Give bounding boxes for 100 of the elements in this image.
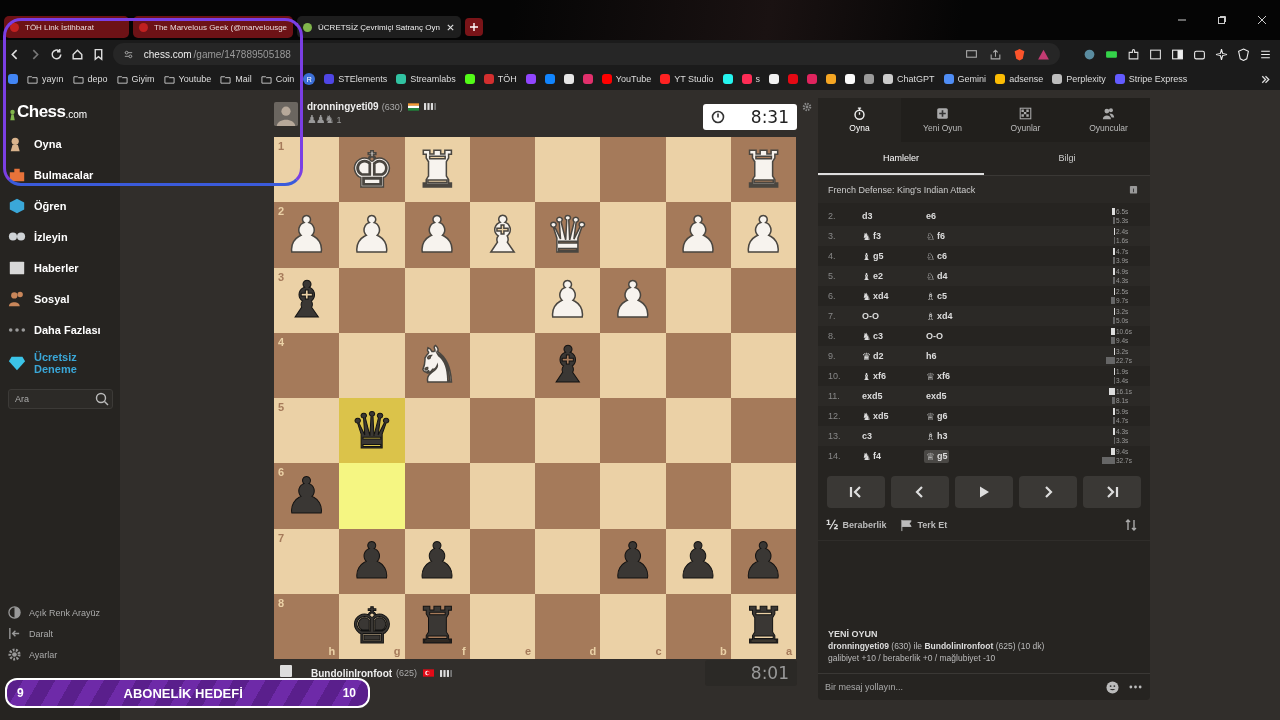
board-square[interactable]: ♟ (665, 528, 731, 594)
nav-item[interactable]: Sosyal (8, 283, 120, 314)
move-number: 4. (828, 251, 837, 261)
panel-tab[interactable]: Oyna (818, 98, 901, 142)
rank-label: 6 (278, 466, 285, 479)
chess-piece[interactable]: ♟ (675, 532, 721, 591)
rank-label: 4 (278, 335, 285, 348)
move-number: 6. (828, 291, 837, 301)
player-name[interactable]: BundolinIronfoot (311, 667, 393, 679)
board-square[interactable]: ♛ (339, 398, 405, 464)
opening-name: French Defense: King's Indian Attack (828, 184, 976, 195)
bookmark[interactable]: STElements (324, 74, 388, 84)
move[interactable]: ♘ f6 (924, 229, 988, 243)
bookmark-folder[interactable]: Mail (220, 73, 252, 85)
move-number: 12. (828, 411, 842, 421)
chess-piece[interactable]: ♝ (284, 271, 330, 330)
sidebar-footer-item[interactable]: Daralt (8, 623, 120, 644)
resign-button[interactable]: Terk Et (898, 516, 950, 534)
nav-item[interactable]: Daha Fazlası (8, 314, 120, 345)
move[interactable]: exd5 (924, 390, 988, 402)
address-field[interactable]: chess.com /game/147889505188 (112, 43, 1060, 65)
board-square[interactable]: ♟ (404, 528, 470, 594)
search-field[interactable]: Ara (8, 389, 113, 409)
bookmark[interactable]: YouTube (601, 74, 652, 84)
move[interactable]: ♗ h3 (924, 429, 988, 443)
rank-label: 8 (278, 596, 285, 609)
bookmark[interactable]: Gemini (943, 74, 987, 84)
sidebar-footer-item[interactable]: Açık Renk Arayüz (8, 602, 120, 623)
nav-item[interactable]: Ücretsiz Deneme (8, 345, 120, 381)
move[interactable]: ♗ xd4 (924, 309, 988, 323)
panel-tab[interactable]: Yeni Oyun (901, 98, 984, 142)
move[interactable]: ♕ g6 (924, 409, 988, 423)
panel-subtab[interactable]: Bilgi (984, 142, 1150, 175)
bookmark[interactable]: Stripe Express (1114, 74, 1188, 84)
bookmark-folder[interactable]: depo (72, 73, 108, 85)
move-number: 9. (828, 351, 837, 361)
move[interactable]: ♞ f4 (860, 449, 924, 463)
nav-item[interactable]: Oyna (8, 128, 120, 159)
game-clock: 8:31 (703, 103, 797, 130)
bookmark[interactable]: Streamlabs (396, 74, 456, 84)
draw-button[interactable]: ½ Beraberlik (824, 516, 889, 534)
panel-tab[interactable]: Oyunlar (984, 98, 1067, 142)
bookmark[interactable]: s (741, 74, 761, 84)
bookmark-folder[interactable]: yayın (27, 73, 64, 85)
bookmark[interactable]: YT Studio (660, 74, 714, 84)
nav-item[interactable]: Haberler (8, 252, 120, 283)
file-label: b (720, 645, 727, 657)
file-label: f (462, 645, 466, 657)
player-name[interactable]: dronningyeti09 (307, 101, 379, 112)
rank-label: 2 (278, 205, 285, 218)
panel-tab[interactable]: Oyuncular (1067, 98, 1150, 142)
bookmark-folder[interactable]: Giyim (116, 73, 155, 85)
move[interactable]: ♕ xf6 (924, 369, 988, 383)
chess-piece[interactable]: ♟ (414, 532, 460, 591)
message-field[interactable]: Bir mesaj yollayın... (823, 681, 1096, 693)
move[interactable]: c3 (860, 430, 924, 442)
bookmark[interactable]: Perplexity (1052, 74, 1106, 84)
move[interactable]: e6 (924, 210, 988, 222)
browser-tab[interactable]: ÜCRETSİZ Çevrimiçi Satranç Oyn (297, 16, 461, 38)
bookmark[interactable]: ChatGPT (883, 74, 935, 84)
move-number: 11. (828, 391, 841, 401)
file-label: a (785, 645, 792, 657)
move[interactable]: exd5 (860, 390, 924, 402)
nav-item[interactable]: Bulmacalar (8, 159, 120, 190)
move[interactable]: O-O (924, 330, 988, 342)
move[interactable]: ♗ c5 (924, 289, 988, 303)
move[interactable]: ♞ xd5 (860, 409, 924, 423)
file-label: g (393, 645, 401, 657)
player-rating: (630) (381, 101, 403, 112)
move[interactable]: h6 (924, 350, 988, 362)
move[interactable]: ♛ d2 (860, 349, 924, 363)
move[interactable]: ♘ d4 (924, 269, 988, 283)
move[interactable]: ♝ xf6 (860, 369, 924, 383)
move-number: 13. (828, 431, 842, 441)
bookmark[interactable]: TÖH (483, 74, 517, 84)
move[interactable]: ♞ c3 (860, 329, 924, 343)
move[interactable]: ♞ xd4 (860, 289, 924, 303)
move[interactable]: ♞ f3 (860, 229, 924, 243)
nav-item[interactable]: İzleyin (8, 221, 120, 252)
bookmark-folder[interactable]: Coin (260, 73, 295, 85)
chess-logo[interactable]: Chess.com (8, 98, 120, 122)
move-number: 5. (828, 271, 837, 281)
sidebar-footer-item[interactable]: Ayarlar (8, 644, 120, 665)
move-number: 14. (828, 451, 842, 461)
bookmark[interactable]: adsense (995, 74, 1044, 84)
move[interactable]: ♝ g5 (860, 249, 924, 263)
chess-piece[interactable]: ♜ (740, 597, 786, 656)
rank-label: 3 (278, 270, 285, 283)
move[interactable]: ♕ g5 (924, 449, 950, 463)
bookmark-folder[interactable]: Youtube (163, 73, 212, 85)
move[interactable]: d3 (860, 210, 924, 222)
move[interactable]: ♘ c6 (924, 249, 988, 263)
nav-item[interactable]: Öğren (8, 190, 120, 221)
move-number: 8. (828, 331, 837, 341)
move[interactable]: ♝ e2 (860, 269, 924, 283)
chess-piece[interactable]: ♛ (349, 401, 395, 460)
chat-heading: YENİ OYUN (828, 629, 879, 639)
move[interactable]: O-O (860, 310, 924, 322)
chess-piece[interactable]: ♚ (349, 597, 395, 656)
file-label: d (589, 645, 597, 657)
